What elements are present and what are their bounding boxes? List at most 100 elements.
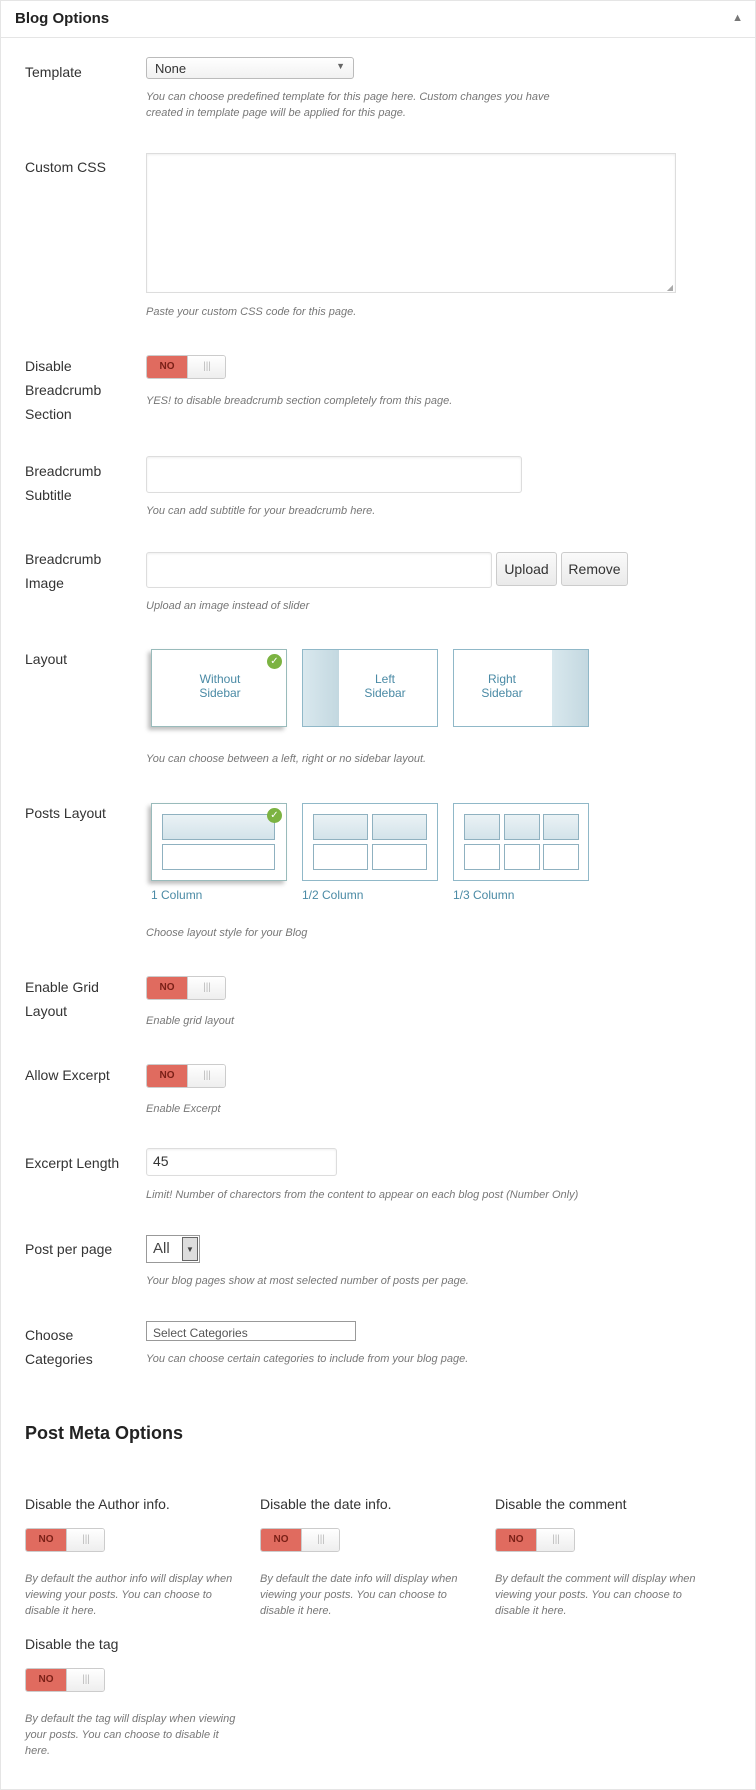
upload-button[interactable]: Upload: [496, 552, 557, 586]
categories-select[interactable]: Select Categories: [146, 1321, 356, 1341]
date-info-desc: By default the date info will display wh…: [260, 1573, 458, 1617]
toggle-no-state: NO: [26, 1669, 66, 1691]
column-block: [504, 844, 540, 870]
posts-layout-1-column[interactable]: ✓: [151, 803, 287, 881]
layout-without-sidebar[interactable]: Without Sidebar ✓: [151, 649, 287, 727]
column-block: [372, 844, 427, 870]
toggle-grip-icon: |||: [536, 1529, 574, 1551]
column-block: [543, 814, 579, 840]
posts-layout-caption[interactable]: 1/2 Column: [302, 888, 363, 902]
check-icon: ✓: [267, 654, 282, 669]
post-per-page-label: Post per page: [25, 1241, 113, 1257]
grid-layout-label: Enable Grid Layout: [25, 979, 99, 1019]
template-select[interactable]: None ▼: [146, 57, 354, 79]
comment-label: Disable the comment: [495, 1496, 627, 1512]
column-block: [313, 814, 368, 840]
excerpt-length-desc: Limit! Number of charectors from the con…: [146, 1189, 579, 1201]
column-block: [313, 844, 368, 870]
breadcrumb-section-label: Disable Breadcrumb Section: [25, 358, 102, 422]
toggle-no-state: NO: [26, 1529, 66, 1551]
posts-layout-third-column[interactable]: [453, 803, 589, 881]
toggle-grip-icon: |||: [66, 1669, 104, 1691]
dropdown-arrow-icon: ▼: [182, 1237, 198, 1261]
toggle-no-state: NO: [261, 1529, 301, 1551]
column-block: [162, 844, 275, 870]
template-label: Template: [25, 64, 82, 80]
allow-excerpt-desc: Enable Excerpt: [146, 1103, 221, 1115]
layout-right-sidebar[interactable]: Right Sidebar: [453, 649, 589, 727]
tag-toggle[interactable]: NO |||: [25, 1668, 105, 1692]
template-select-value: None: [155, 61, 187, 76]
toggle-no-state: NO: [147, 356, 187, 378]
toggle-no-state: NO: [147, 1065, 187, 1087]
layout-label: Layout: [25, 651, 68, 667]
post-per-page-select[interactable]: All ▼: [146, 1235, 200, 1263]
comment-desc: By default the comment will display when…: [495, 1573, 696, 1617]
column-block: [372, 814, 427, 840]
custom-css-desc: Paste your custom CSS code for this page…: [146, 306, 357, 318]
blog-options-panel: Blog Options ▲ Template None ▼ You can c…: [0, 0, 756, 1790]
sidebar-block: [303, 650, 339, 726]
toggle-no-state: NO: [496, 1529, 536, 1551]
toggle-no-state: NO: [147, 977, 187, 999]
panel-header[interactable]: Blog Options ▲: [1, 1, 755, 38]
layout-left-sidebar[interactable]: Left Sidebar: [302, 649, 438, 727]
posts-layout-half-column[interactable]: [302, 803, 438, 881]
posts-layout-caption[interactable]: 1/3 Column: [453, 888, 514, 902]
column-block: [162, 814, 275, 840]
layout-option-label: Left Sidebar: [364, 672, 406, 700]
layout-option-label: Right Sidebar: [481, 672, 523, 700]
column-block: [504, 814, 540, 840]
posts-layout-label: Posts Layout: [25, 805, 106, 821]
toggle-grip-icon: |||: [66, 1529, 104, 1551]
date-info-toggle[interactable]: NO |||: [260, 1528, 340, 1552]
check-icon: ✓: [267, 808, 282, 823]
remove-button[interactable]: Remove: [561, 552, 628, 586]
author-info-desc: By default the author info will display …: [25, 1573, 233, 1617]
breadcrumb-subtitle-desc: You can add subtitle for your breadcrumb…: [146, 505, 376, 517]
column-block: [464, 844, 500, 870]
sidebar-block: [552, 650, 588, 726]
column-block: [464, 814, 500, 840]
column-block: [543, 844, 579, 870]
toggle-grip-icon: |||: [187, 1065, 225, 1087]
categories-label: Choose Categories: [25, 1327, 93, 1367]
toggle-grip-icon: |||: [187, 356, 225, 378]
grid-layout-toggle[interactable]: NO |||: [146, 976, 226, 1000]
posts-layout-caption[interactable]: 1 Column: [151, 888, 202, 902]
categories-desc: You can choose certain categories to inc…: [146, 1353, 469, 1365]
collapse-caret-icon[interactable]: ▲: [732, 12, 743, 24]
allow-excerpt-toggle[interactable]: NO |||: [146, 1064, 226, 1088]
excerpt-length-input[interactable]: 45: [146, 1148, 337, 1176]
author-info-toggle[interactable]: NO |||: [25, 1528, 105, 1552]
author-info-label: Disable the Author info.: [25, 1496, 170, 1512]
dropdown-arrow-icon: ▼: [336, 61, 345, 71]
post-per-page-desc: Your blog pages show at most selected nu…: [146, 1275, 469, 1287]
tag-desc: By default the tag will display when vie…: [25, 1713, 236, 1757]
breadcrumb-image-label: Breadcrumb Image: [25, 551, 102, 591]
resize-grip-icon[interactable]: ◢: [667, 283, 673, 292]
toggle-grip-icon: |||: [187, 977, 225, 999]
posts-layout-desc: Choose layout style for your Blog: [146, 927, 308, 939]
excerpt-length-label: Excerpt Length: [25, 1155, 120, 1171]
custom-css-label: Custom CSS: [25, 159, 106, 175]
breadcrumb-subtitle-input[interactable]: [146, 456, 522, 493]
breadcrumb-section-desc: YES! to disable breadcrumb section compl…: [146, 395, 453, 407]
post-meta-title: Post Meta Options: [25, 1423, 184, 1443]
breadcrumb-image-input[interactable]: [146, 552, 492, 588]
grid-layout-desc: Enable grid layout: [146, 1015, 235, 1027]
date-info-label: Disable the date info.: [260, 1496, 392, 1512]
comment-toggle[interactable]: NO |||: [495, 1528, 575, 1552]
custom-css-textarea[interactable]: ◢: [146, 153, 676, 293]
toggle-grip-icon: |||: [301, 1529, 339, 1551]
panel-title: Blog Options: [15, 10, 110, 27]
tag-label: Disable the tag: [25, 1636, 119, 1652]
breadcrumb-image-desc: Upload an image instead of slider: [146, 600, 310, 612]
breadcrumb-subtitle-label: Breadcrumb Subtitle: [25, 463, 102, 503]
template-desc: You can choose predefined template for t…: [146, 91, 550, 119]
breadcrumb-section-toggle[interactable]: NO |||: [146, 355, 226, 379]
allow-excerpt-label: Allow Excerpt: [25, 1067, 110, 1083]
layout-option-label: Without Sidebar: [199, 672, 241, 700]
layout-desc: You can choose between a left, right or …: [146, 753, 427, 765]
post-per-page-value: All: [153, 1240, 170, 1257]
